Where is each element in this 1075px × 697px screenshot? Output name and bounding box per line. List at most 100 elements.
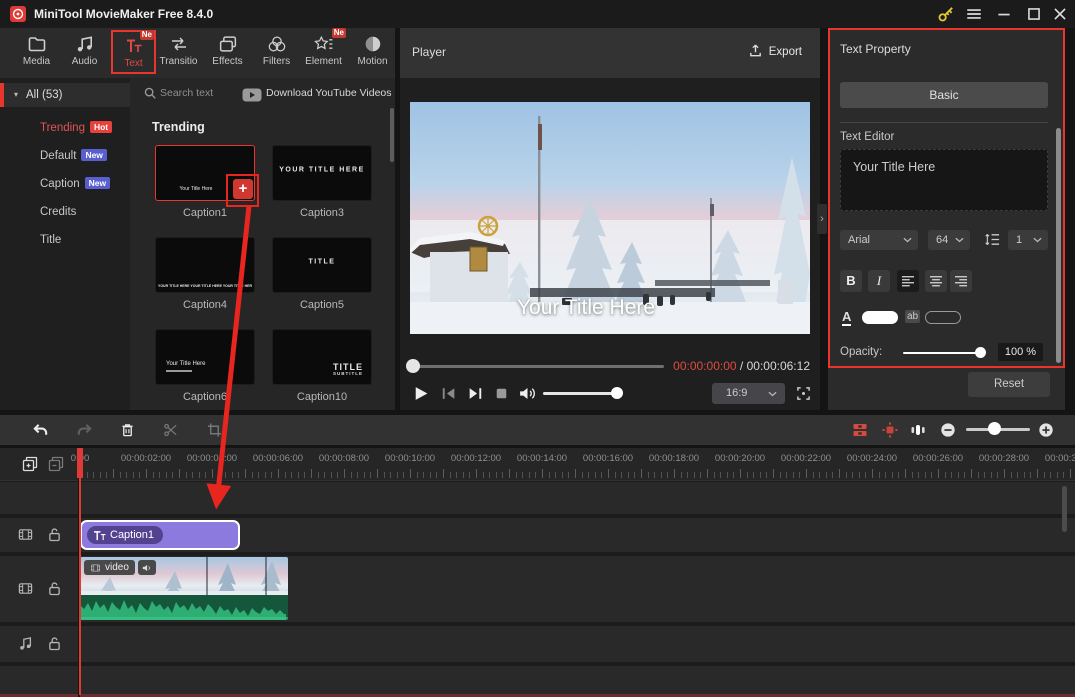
new-badge: Ne [139, 30, 154, 40]
toolbar-item-elements[interactable]: Element Ne [301, 28, 346, 74]
youtube-icon[interactable] [242, 88, 262, 102]
marker-icon[interactable] [882, 422, 898, 438]
video-clip[interactable]: video [80, 557, 288, 620]
zoom-fit-icon[interactable] [910, 422, 926, 438]
playhead-marker[interactable] [77, 448, 83, 478]
zoom-in-button[interactable] [1038, 422, 1054, 438]
align-left-button[interactable] [897, 270, 919, 292]
timeline-ruler[interactable]: 0:0000:00:02:0000:00:04:0000:00:06:0000:… [0, 448, 1075, 481]
close-button[interactable] [1051, 5, 1069, 23]
text-editor-input[interactable]: Your Title Here [840, 149, 1048, 211]
sidebar-item-credits[interactable]: Credits [0, 200, 130, 224]
toolbar-item-effects[interactable]: Effects [205, 30, 250, 74]
play-button[interactable] [412, 385, 429, 402]
templates-scrollbar[interactable] [390, 108, 394, 162]
template-card-caption4[interactable]: YOUR TITLE HERE YOUR TITLE HERE YOUR TIT… [155, 237, 255, 311]
opacity-handle[interactable] [975, 347, 986, 358]
minimize-button[interactable] [995, 5, 1013, 23]
highlight-color-button[interactable]: ab [905, 310, 921, 323]
seek-handle[interactable] [406, 359, 420, 373]
toolbar-item-filters[interactable]: Filters [254, 30, 299, 74]
toolbar-item-audio[interactable]: Audio [62, 30, 107, 74]
seek-bar[interactable] [412, 365, 664, 368]
align-right-button[interactable] [950, 270, 972, 292]
search-input[interactable]: Search text [160, 87, 213, 99]
font-size-dropdown[interactable]: 64 [928, 230, 970, 250]
opacity-slider[interactable] [903, 352, 983, 354]
template-thumbnail[interactable]: TITLE SUBTITLE [272, 329, 372, 385]
sidebar-item-caption[interactable]: Caption New [0, 172, 130, 196]
bold-button[interactable]: B [840, 270, 862, 292]
font-color-button[interactable]: A [842, 310, 852, 326]
ruler-tick [720, 472, 722, 478]
export-button[interactable]: Export [748, 43, 802, 63]
next-frame-button[interactable] [467, 385, 484, 402]
align-center-button[interactable] [925, 270, 947, 292]
caption-clip[interactable]: Caption1 [80, 520, 240, 550]
template-card-caption5[interactable]: TITLE Caption5 [272, 237, 372, 311]
stop-button[interactable] [493, 385, 510, 402]
toolbar-item-media[interactable]: Media [14, 30, 59, 74]
add-track-icon[interactable] [22, 456, 38, 472]
download-youtube-link[interactable]: Download YouTube Videos [266, 87, 392, 99]
toolbar-item-motion[interactable]: Motion [350, 30, 395, 74]
search-icon[interactable] [143, 86, 157, 100]
delete-button[interactable] [120, 422, 135, 438]
template-thumbnail[interactable]: TITLE [272, 237, 372, 293]
title-overlay-text[interactable]: Your Title Here [517, 296, 655, 320]
timeline-zoom-handle[interactable] [988, 422, 1001, 435]
ruler-label: 00:00:16:00 [582, 453, 634, 464]
video-track-lock-icon[interactable] [48, 581, 61, 596]
volume-handle[interactable] [611, 387, 623, 399]
line-spacing-dropdown[interactable]: 1 [1008, 230, 1048, 250]
volume-slider[interactable] [543, 392, 617, 395]
playhead[interactable] [79, 448, 81, 695]
toolbar-item-transition[interactable]: Transitio [156, 30, 201, 74]
ruler-tick [469, 472, 471, 478]
remove-track-icon[interactable] [48, 456, 64, 472]
zoom-out-button[interactable] [940, 422, 956, 438]
line-spacing-icon[interactable] [984, 232, 1001, 247]
category-all-header[interactable]: ▾ All (53) [0, 83, 130, 107]
font-family-dropdown[interactable]: Arial [840, 230, 918, 250]
basic-mode-button[interactable]: Basic [840, 82, 1048, 108]
toolbar-item-text[interactable]: Text Ne [111, 30, 156, 74]
sidebar-item-default[interactable]: Default New [0, 144, 130, 168]
track-manager-icon[interactable] [852, 422, 868, 438]
undo-button[interactable] [32, 422, 49, 438]
split-button[interactable] [163, 422, 178, 438]
highlight-color-swatch[interactable] [925, 311, 961, 324]
template-thumbnail[interactable]: Your Title Here + [155, 145, 259, 207]
reset-button[interactable]: Reset [968, 372, 1050, 397]
ruler-tick [152, 472, 154, 478]
fullscreen-button[interactable] [796, 386, 811, 401]
template-thumbnail[interactable]: YOUR TITLE HERE YOUR TITLE HERE YOUR TIT… [155, 237, 255, 293]
text-track-lock-icon[interactable] [48, 527, 61, 542]
ruler-tick [845, 472, 847, 478]
volume-icon[interactable] [518, 385, 537, 402]
crop-button[interactable] [207, 422, 222, 438]
sidebar-item-title[interactable]: Title [0, 228, 130, 252]
font-color-swatch[interactable] [862, 311, 898, 324]
italic-button[interactable]: I [868, 270, 890, 292]
music-track-lock-icon[interactable] [48, 636, 61, 651]
aspect-ratio-dropdown[interactable]: 16:9 [712, 383, 785, 404]
video-preview[interactable]: Your Title Here [410, 102, 810, 334]
template-card-caption10[interactable]: TITLE SUBTITLE Caption10 [272, 329, 372, 403]
template-card-caption1[interactable]: Your Title Here + Caption1 [155, 145, 259, 219]
menu-icon[interactable] [965, 5, 983, 23]
template-thumbnail[interactable]: Your Title Here [155, 329, 255, 385]
track-row-music[interactable] [0, 626, 1075, 662]
redo-button[interactable] [76, 422, 93, 438]
template-thumbnail[interactable]: YOUR TITLE HERE [272, 145, 372, 201]
template-card-caption3[interactable]: YOUR TITLE HERE Caption3 [272, 145, 372, 219]
add-template-button[interactable]: + [233, 179, 253, 199]
sidebar-item-trending[interactable]: Trending Hot [0, 116, 130, 140]
previous-frame-button[interactable] [440, 385, 457, 402]
activate-key-icon[interactable] [937, 5, 955, 23]
timeline-vertical-scrollbar[interactable] [1062, 486, 1067, 532]
template-card-caption6[interactable]: Your Title Here Caption6 [155, 329, 255, 403]
maximize-button[interactable] [1025, 5, 1043, 23]
panel-collapse-handle[interactable]: › [817, 204, 827, 234]
property-scrollbar[interactable] [1056, 128, 1061, 363]
